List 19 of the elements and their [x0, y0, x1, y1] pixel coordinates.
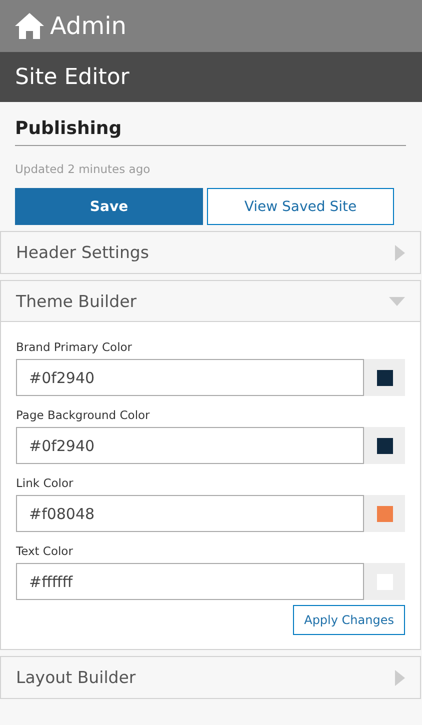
- field-label: Page Background Color: [16, 408, 151, 422]
- caret-down-icon: [389, 296, 405, 306]
- save-button[interactable]: Save: [15, 188, 203, 225]
- editor-title: Site Editor: [15, 64, 130, 90]
- apply-button[interactable]: Apply Changes: [293, 605, 405, 635]
- swatch-button[interactable]: [363, 359, 405, 396]
- app-title: Admin: [50, 12, 126, 40]
- caret-right-icon: [395, 244, 405, 260]
- field-label: Text Color: [16, 544, 74, 558]
- section-heading: Publishing: [15, 118, 406, 146]
- field-label: Brand Primary Color: [16, 340, 134, 354]
- field-label: Link Color: [16, 476, 74, 490]
- swatch-button[interactable]: [363, 495, 405, 532]
- swatch-button[interactable]: [363, 563, 405, 600]
- swatch-button[interactable]: [363, 427, 405, 464]
- view-site-button[interactable]: View Saved Site: [207, 188, 394, 225]
- caret-right-icon: [395, 670, 405, 686]
- update-status: Updated 2 minutes ago: [15, 162, 152, 176]
- home-icon[interactable]: [15, 13, 44, 39]
